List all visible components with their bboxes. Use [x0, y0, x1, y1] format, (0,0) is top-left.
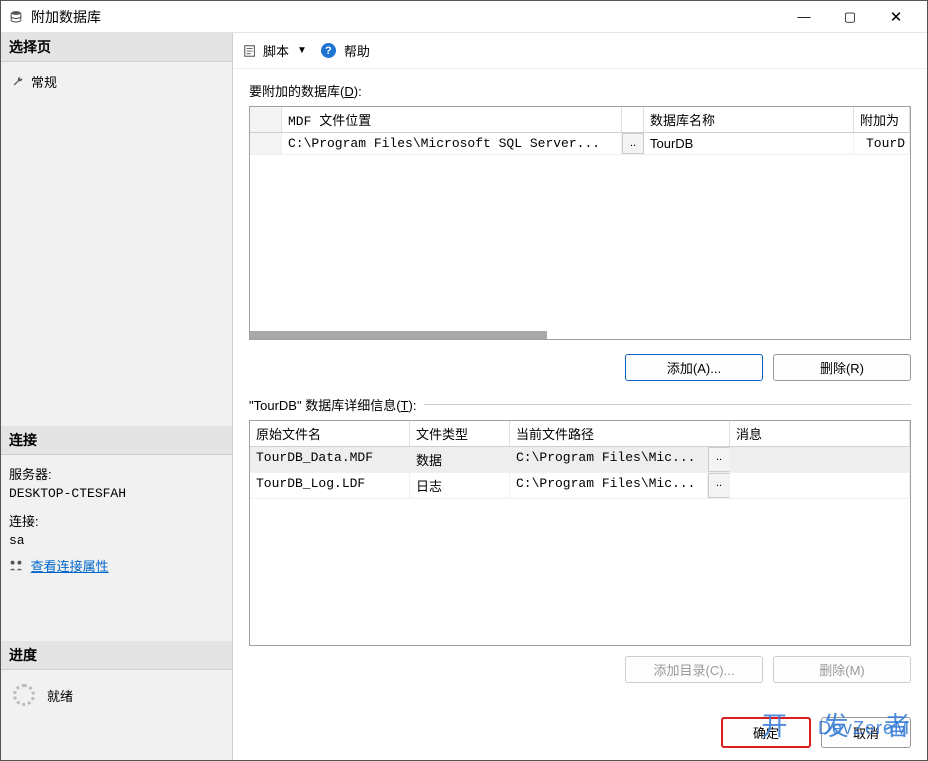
- cell-dbname[interactable]: TourDB: [644, 133, 854, 154]
- databases-to-attach-label: 要附加的数据库(D):: [249, 81, 911, 100]
- progress-header: 进度: [1, 641, 232, 670]
- cell-attachas[interactable]: TourD: [854, 133, 910, 154]
- content-area: 选择页 常规 连接 服务器: DESKTOP-CTESFAH 连接: sa: [1, 33, 927, 760]
- cell-mdf-path[interactable]: C:\Program Files\Microsoft SQL Server...: [282, 133, 622, 154]
- add-catalog-button[interactable]: 添加目录(C)...: [625, 656, 763, 683]
- select-page-header: 选择页: [1, 33, 232, 62]
- progress-status-row: 就绪: [9, 678, 224, 712]
- progress-status: 就绪: [47, 686, 73, 705]
- databases-grid-header: MDF 文件位置 数据库名称 附加为: [250, 107, 910, 133]
- maximize-button[interactable]: ▢: [827, 3, 873, 31]
- cell-orig-filename[interactable]: TourDB_Log.LDF: [250, 473, 410, 498]
- view-connection-properties-link[interactable]: 查看连接属性: [31, 559, 109, 574]
- dialog-button-row: 确定 取消: [233, 707, 927, 760]
- col-mdf-header[interactable]: MDF 文件位置: [282, 107, 622, 132]
- help-button[interactable]: 帮助: [344, 41, 370, 60]
- cell-current-path[interactable]: C:\Program Files\Mic...: [510, 447, 708, 472]
- details-grid-row[interactable]: TourDB_Log.LDF 日志 C:\Program Files\Mic..…: [250, 473, 910, 499]
- ok-button[interactable]: 确定: [721, 717, 811, 748]
- remove-detail-button[interactable]: 删除(M): [773, 656, 911, 683]
- database-icon: [9, 10, 23, 24]
- script-icon: [243, 44, 257, 58]
- script-dropdown-icon[interactable]: ▼: [297, 45, 307, 56]
- details-grid-header: 原始文件名 文件类型 当前文件路径 消息: [250, 421, 910, 447]
- toolbar: 脚本 ▼ ? 帮助: [233, 33, 927, 69]
- cell-message: [730, 447, 910, 472]
- connection-header: 连接: [1, 426, 232, 455]
- minimize-button[interactable]: —: [781, 3, 827, 31]
- script-button[interactable]: 脚本: [263, 41, 289, 60]
- cell-orig-filename[interactable]: TourDB_Data.MDF: [250, 447, 410, 472]
- col-path-header[interactable]: 当前文件路径: [510, 421, 730, 446]
- col-orig-header[interactable]: 原始文件名: [250, 421, 410, 446]
- browse-mdf-button[interactable]: ..: [622, 133, 644, 154]
- col-attachas-header[interactable]: 附加为: [854, 107, 910, 132]
- server-label: 服务器:: [9, 465, 224, 485]
- sidebar-item-general[interactable]: 常规: [5, 68, 228, 95]
- details-grid-row[interactable]: TourDB_Data.MDF 数据 C:\Program Files\Mic.…: [250, 447, 910, 473]
- server-value: DESKTOP-CTESFAH: [9, 484, 224, 504]
- browse-path-button[interactable]: ..: [708, 473, 730, 498]
- col-type-header[interactable]: 文件类型: [410, 421, 510, 446]
- cancel-button[interactable]: 取消: [821, 717, 911, 748]
- titlebar: 附加数据库 — ▢ ✕: [1, 1, 927, 33]
- connection-label: 连接:: [9, 512, 224, 532]
- help-icon: ?: [321, 43, 336, 58]
- connection-value: sa: [9, 531, 224, 551]
- close-button[interactable]: ✕: [873, 3, 919, 31]
- database-details-grid[interactable]: 原始文件名 文件类型 当前文件路径 消息 TourDB_Data.MDF 数据 …: [249, 420, 911, 646]
- wrench-icon: [11, 75, 25, 89]
- remove-button[interactable]: 删除(R): [773, 354, 911, 381]
- cell-filetype[interactable]: 日志: [410, 473, 510, 498]
- main-panel: 脚本 ▼ ? 帮助 要附加的数据库(D): MDF 文件位置 数据库名称 附加为: [233, 33, 927, 760]
- col-dbname-header[interactable]: 数据库名称: [644, 107, 854, 132]
- databases-grid-row[interactable]: C:\Program Files\Microsoft SQL Server...…: [250, 133, 910, 155]
- attach-database-dialog: 附加数据库 — ▢ ✕ 选择页 常规 连接 服务器: DESKTOP-CTESF…: [0, 0, 928, 761]
- sidebar-item-label: 常规: [31, 72, 57, 91]
- connection-info: 服务器: DESKTOP-CTESFAH 连接: sa 查看连接属性: [1, 455, 232, 581]
- grid-horizontal-scrollbar[interactable]: [250, 325, 910, 339]
- cell-message: [730, 473, 910, 498]
- window-title: 附加数据库: [31, 7, 101, 27]
- col-msg-header[interactable]: 消息: [730, 421, 910, 446]
- view-connection-properties[interactable]: 查看连接属性: [9, 557, 224, 577]
- connection-properties-icon: [9, 558, 23, 578]
- browse-path-button[interactable]: ..: [708, 447, 730, 472]
- add-button[interactable]: 添加(A)...: [625, 354, 763, 381]
- sidebar: 选择页 常规 连接 服务器: DESKTOP-CTESFAH 连接: sa: [1, 33, 233, 760]
- row-selector[interactable]: [250, 133, 282, 154]
- databases-grid[interactable]: MDF 文件位置 数据库名称 附加为 C:\Program Files\Micr…: [249, 106, 911, 340]
- progress-spinner-icon: [13, 684, 35, 706]
- cell-current-path[interactable]: C:\Program Files\Mic...: [510, 473, 708, 498]
- database-details-label: "TourDB" 数据库详细信息(T):: [249, 395, 911, 414]
- cell-filetype[interactable]: 数据: [410, 447, 510, 472]
